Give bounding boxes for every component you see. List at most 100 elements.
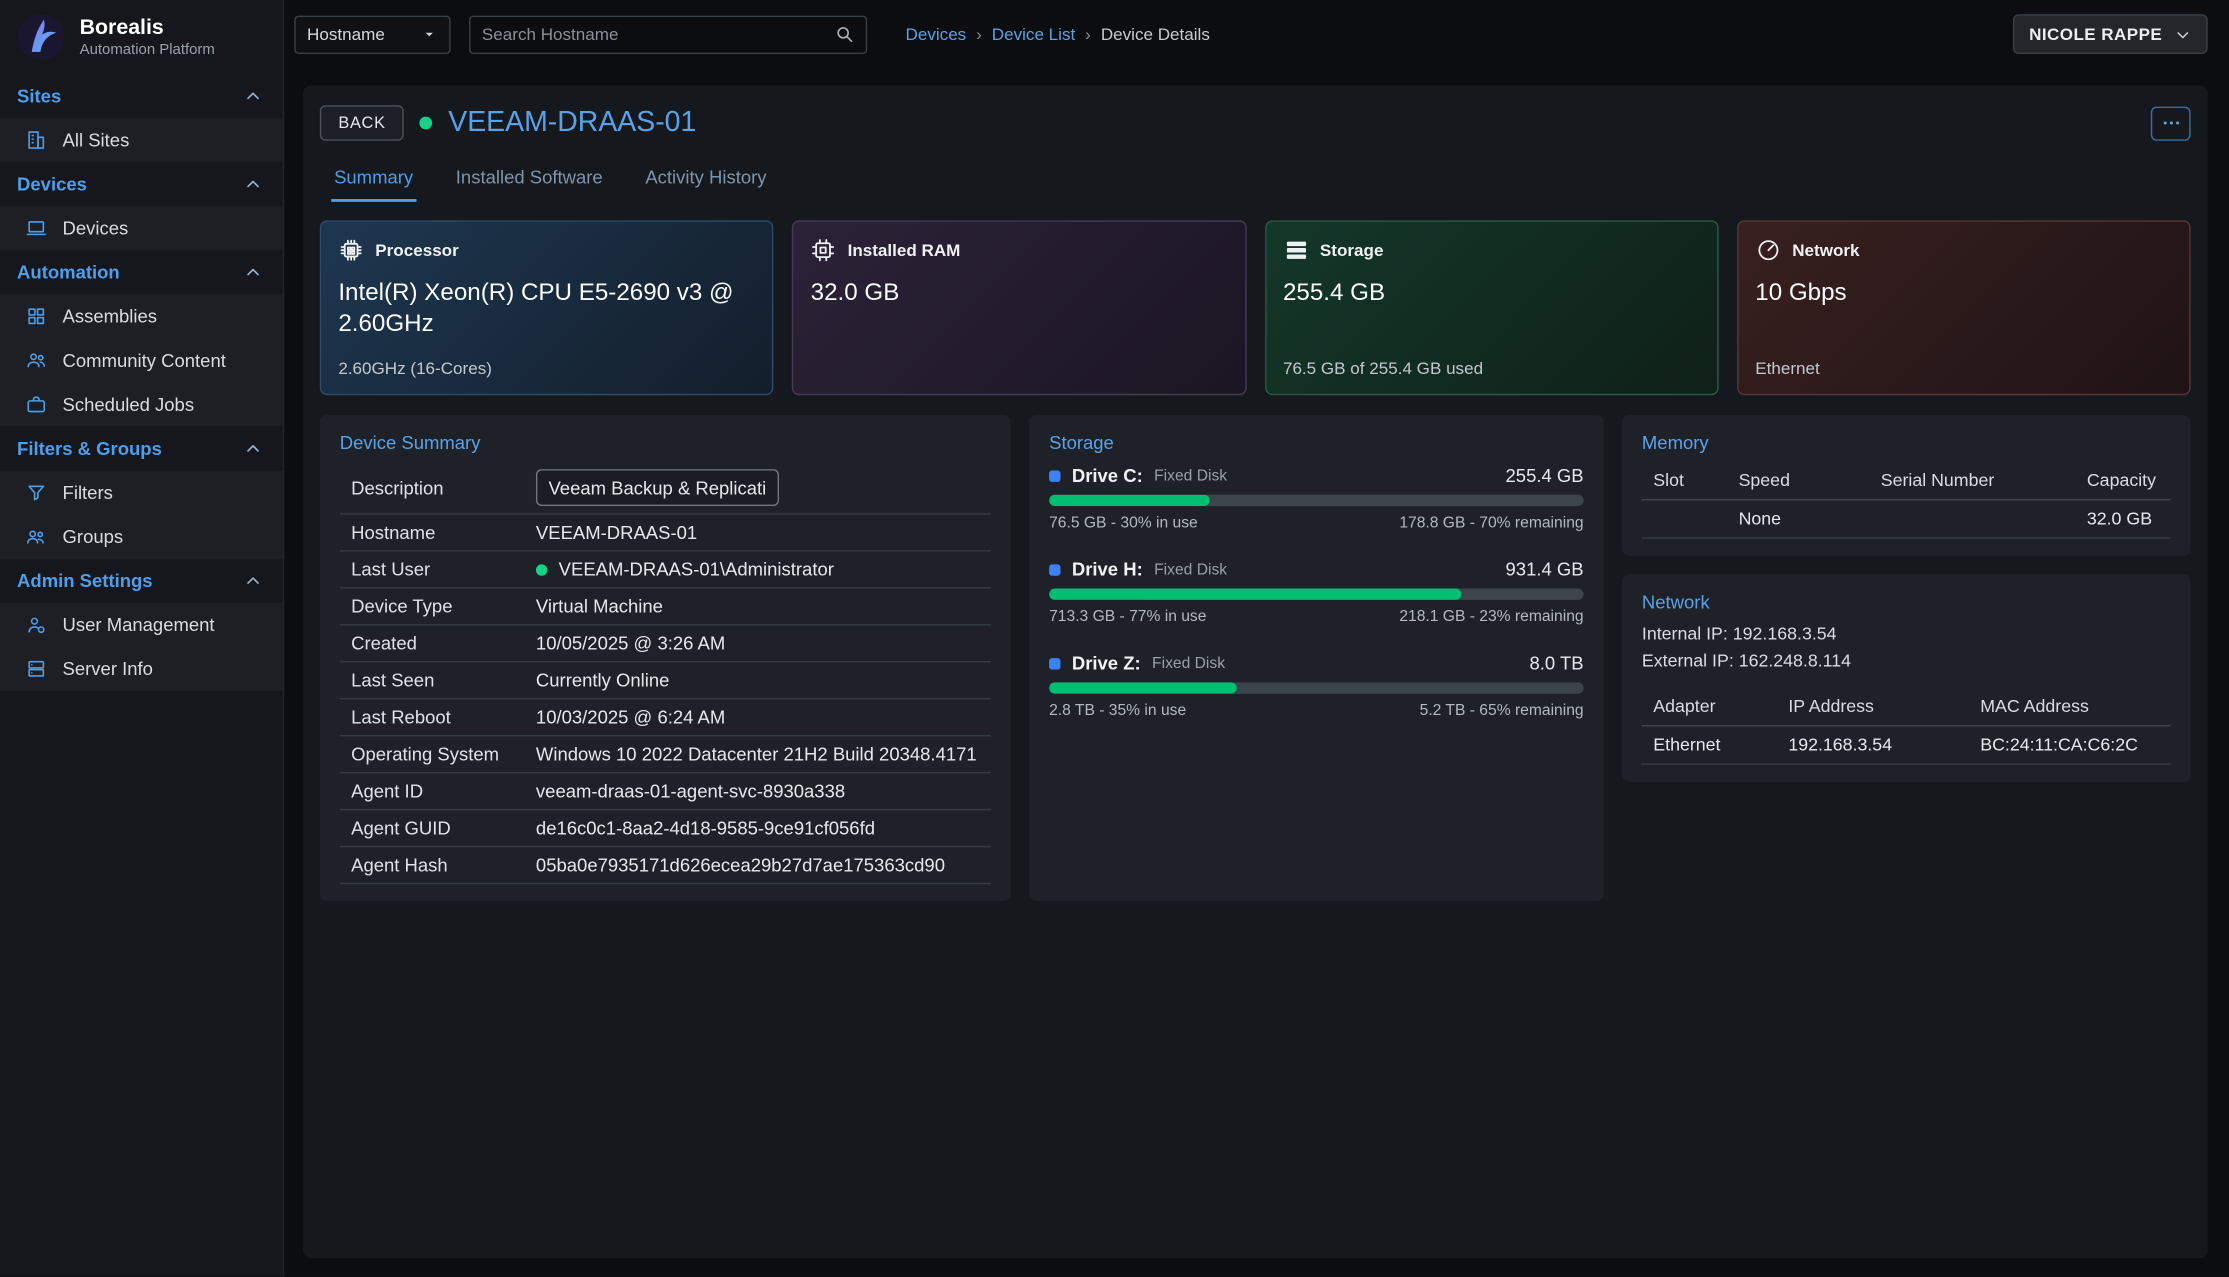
section-label: Admin Settings: [17, 570, 153, 591]
drive-usage-bar: [1049, 682, 1584, 693]
sidebar-item-label: All Sites: [63, 129, 130, 150]
summary-row-hostname: Hostname VEEAM-DRAAS-01: [340, 515, 991, 552]
field-label: Description: [351, 477, 536, 498]
search-icon[interactable]: [834, 24, 854, 44]
community-icon: [26, 350, 47, 371]
section-label: Devices: [17, 173, 87, 194]
tab-activity-history[interactable]: Activity History: [643, 158, 770, 202]
section-label: Automation: [17, 262, 120, 283]
breadcrumb-device-list[interactable]: Device List: [992, 24, 1075, 44]
network-card: Network 10 Gbps Ethernet: [1737, 220, 2191, 395]
sidebar-item-groups[interactable]: Groups: [0, 515, 283, 559]
right-column: Memory Slot Speed Serial Number Capacity…: [1622, 415, 2191, 781]
drive-name: Drive C:: [1072, 465, 1143, 486]
card-value: 255.4 GB: [1283, 277, 1695, 308]
brand-subtitle: Automation Platform: [80, 41, 215, 58]
device-header: BACK VEEAM-DRAAS-01: [320, 105, 2191, 143]
drive-icon: [1049, 564, 1060, 575]
summary-row-agent-id: Agent ID veeam-draas-01-agent-svc-8930a3…: [340, 773, 991, 810]
sidebar-item-filters[interactable]: Filters: [0, 471, 283, 515]
sidebar: Borealis Automation Platform Sites All S…: [0, 0, 284, 1277]
field-label: Agent Hash: [351, 854, 536, 875]
drive-usage-fill: [1049, 682, 1236, 693]
sidebar-section-filters-groups[interactable]: Filters & Groups: [0, 426, 283, 470]
field-label: Last Seen: [351, 670, 536, 691]
drive-name: Drive Z:: [1072, 652, 1141, 673]
column-header: Serial Number: [1881, 471, 2087, 491]
drive-name: Drive H:: [1072, 559, 1143, 580]
server-info-icon: [26, 658, 47, 679]
card-title: Processor: [375, 240, 458, 260]
sidebar-section-admin-settings[interactable]: Admin Settings: [0, 559, 283, 603]
card-title: Installed RAM: [848, 240, 961, 260]
network-table-header: Adapter IP Address MAC Address: [1642, 688, 2171, 726]
sidebar-section-devices[interactable]: Devices: [0, 162, 283, 206]
drive-usage-bar: [1049, 495, 1584, 506]
column-header: IP Address: [1788, 696, 1980, 716]
field-value: Currently Online: [536, 670, 980, 691]
detail-panels: Device Summary Description Hostname VEEA…: [320, 415, 2191, 901]
section-label: Sites: [17, 85, 61, 106]
sidebar-item-scheduled-jobs[interactable]: Scheduled Jobs: [0, 382, 283, 426]
sidebar-item-label: Assemblies: [63, 306, 157, 327]
drive-z-block: Drive Z: Fixed Disk 8.0 TB 2.8 TB - 35% …: [1049, 650, 1584, 720]
memory-speed: None: [1739, 509, 1881, 529]
sidebar-item-user-management[interactable]: User Management: [0, 603, 283, 647]
field-label: Agent ID: [351, 780, 536, 801]
sidebar-section-automation[interactable]: Automation: [0, 250, 283, 294]
sidebar-item-label: Groups: [63, 526, 124, 547]
filter-icon: [26, 482, 47, 503]
description-input[interactable]: [536, 469, 779, 506]
tab-installed-software[interactable]: Installed Software: [453, 158, 606, 202]
adapter-mac: BC:24:11:CA:C6:2C: [1980, 735, 2159, 755]
column-header: Capacity: [2087, 471, 2159, 491]
drive-used-text: 76.5 GB - 30% in use: [1049, 515, 1198, 532]
device-summary-panel: Device Summary Description Hostname VEEA…: [320, 415, 1011, 901]
cpu-icon: [338, 237, 364, 263]
app-window: Borealis Automation Platform Sites All S…: [0, 0, 2229, 1277]
card-title: Network: [1792, 240, 1859, 260]
brand: Borealis Automation Platform: [0, 0, 283, 74]
field-label: Device Type: [351, 596, 536, 617]
sidebar-item-label: Devices: [63, 217, 129, 238]
storage-icon: [1283, 237, 1309, 263]
breadcrumb-devices[interactable]: Devices: [906, 24, 967, 44]
chevron-up-icon: [243, 174, 263, 194]
column-header: MAC Address: [1980, 696, 2159, 716]
user-menu-button[interactable]: NICOLE RAPPE: [2013, 14, 2207, 54]
field-value: VEEAM-DRAAS-01\Administrator: [559, 559, 834, 580]
borealis-logo: [14, 10, 68, 64]
search-input[interactable]: [482, 24, 835, 44]
drive-size: 8.0 TB: [1530, 652, 1584, 673]
content-area: Hostname Devices › Device List › Device …: [284, 0, 2229, 1277]
drive-type: Fixed Disk: [1154, 467, 1227, 484]
more-actions-button[interactable]: [2151, 106, 2191, 140]
storage-panel: Storage Drive C: Fixed Disk 255.4 GB 76.…: [1029, 415, 1603, 901]
sidebar-item-community-content[interactable]: Community Content: [0, 338, 283, 382]
back-button[interactable]: BACK: [320, 105, 404, 141]
field-label: Hostname: [351, 522, 536, 543]
card-footer: 2.60GHz (16-Cores): [338, 358, 755, 378]
internal-ip: Internal IP: 192.168.3.54: [1642, 621, 2171, 649]
card-footer: Ethernet: [1755, 358, 2172, 378]
card-title: Storage: [1320, 240, 1384, 260]
field-label: Operating System: [351, 743, 536, 764]
groups-icon: [26, 526, 47, 547]
sidebar-item-assemblies[interactable]: Assemblies: [0, 294, 283, 338]
sidebar-item-all-sites[interactable]: All Sites: [0, 118, 283, 162]
sidebar-item-devices[interactable]: Devices: [0, 206, 283, 250]
field-label: Last User: [351, 559, 536, 580]
sidebar-section-sites[interactable]: Sites: [0, 74, 283, 118]
tab-summary[interactable]: Summary: [331, 158, 416, 202]
external-ip: External IP: 162.248.8.114: [1642, 649, 2171, 677]
card-footer: 76.5 GB of 255.4 GB used: [1283, 358, 1700, 378]
field-label: Last Reboot: [351, 707, 536, 728]
field-value: Virtual Machine: [536, 596, 980, 617]
summary-row-description: Description: [340, 462, 991, 515]
hostname-filter-dropdown[interactable]: Hostname: [294, 15, 450, 53]
chevron-up-icon: [243, 86, 263, 106]
sidebar-item-server-info[interactable]: Server Info: [0, 647, 283, 691]
sidebar-item-label: Server Info: [63, 658, 153, 679]
field-value: de16c0c1-8aa2-4d18-9585-9ce91cf056fd: [536, 817, 980, 838]
chevron-up-icon: [243, 571, 263, 591]
